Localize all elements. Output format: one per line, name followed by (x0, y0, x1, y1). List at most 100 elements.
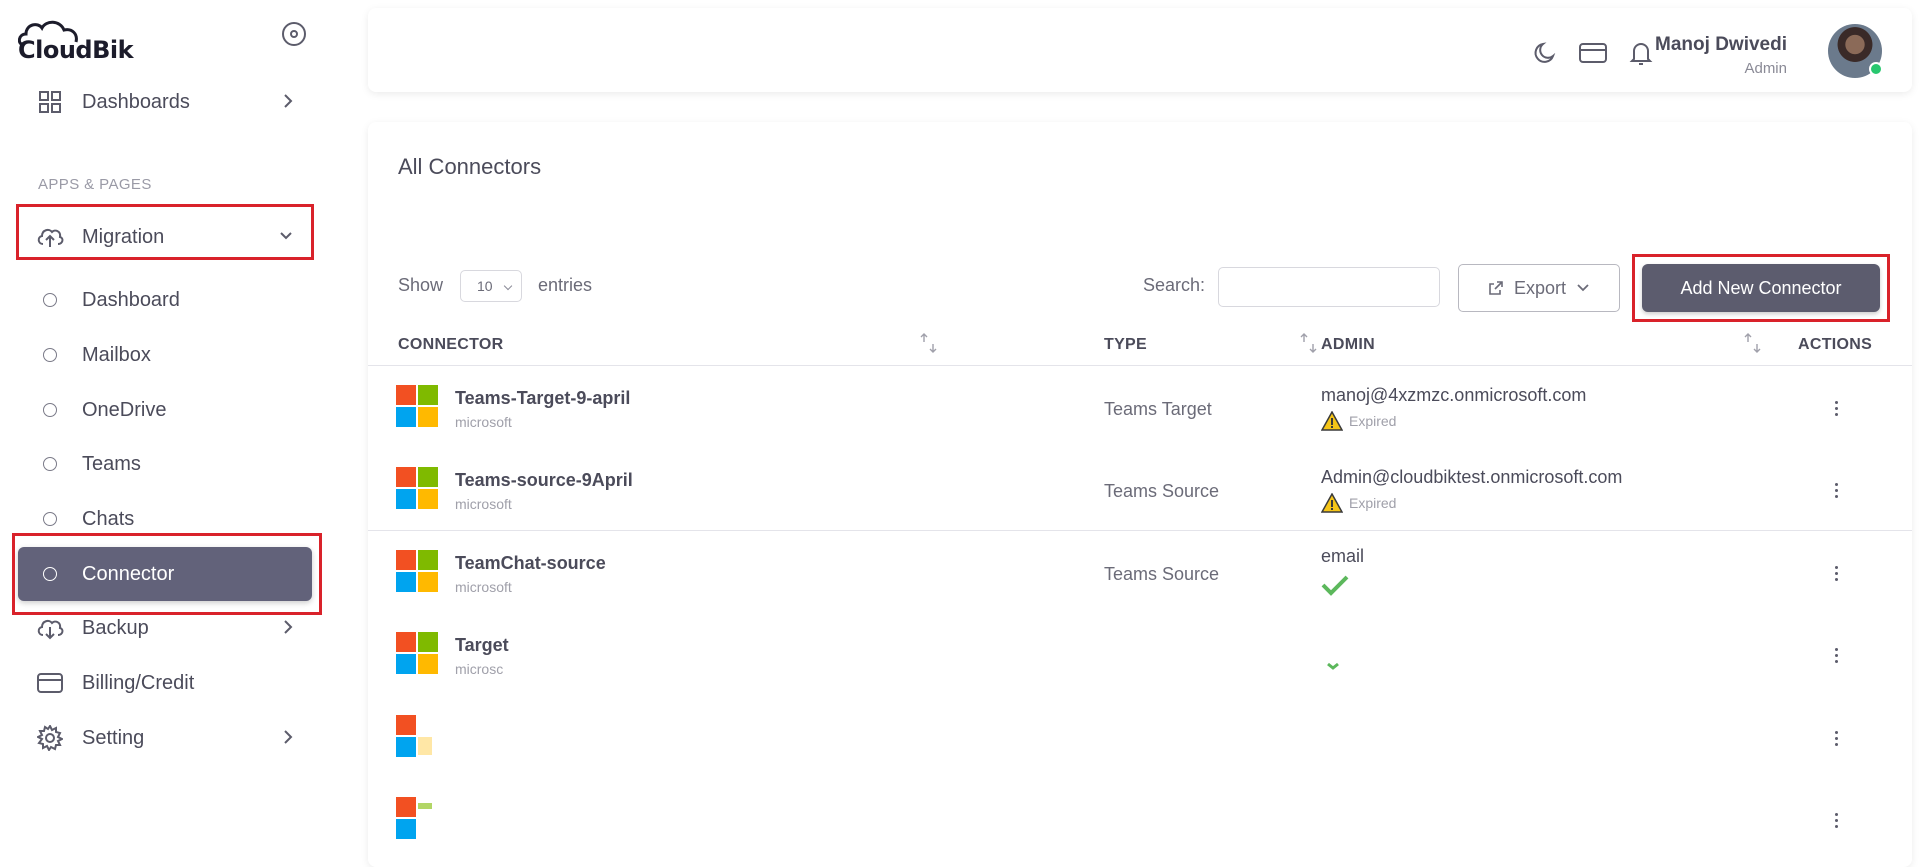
warning-icon (1321, 411, 1343, 431)
sidebar: CloudBik Dashboards APPS & PAGES Migrati… (0, 0, 330, 867)
row-actions-menu-icon[interactable] (1828, 725, 1844, 751)
sidebar-item-label: Dashboards (82, 90, 190, 113)
sidebar-subitem-teams[interactable]: Teams (18, 441, 312, 487)
card-icon[interactable] (1578, 38, 1608, 68)
table-row[interactable]: TeamChat-source microsoft Teams Source e… (368, 532, 1912, 614)
sidebar-subitem-connector[interactable]: Connector (18, 547, 312, 601)
circle-icon (43, 457, 57, 471)
column-header-connector[interactable]: CONNECTOR (398, 336, 504, 354)
sidebar-item-dashboards[interactable]: Dashboards (18, 80, 312, 124)
connector-provider: microsc (455, 661, 504, 677)
target-icon (290, 30, 298, 38)
sidebar-item-label: Setting (82, 726, 145, 749)
column-header-type[interactable]: TYPE (1104, 336, 1147, 354)
avatar[interactable] (1828, 24, 1883, 78)
sidebar-subitem-label: Teams (82, 452, 141, 475)
sidebar-subitem-label: Dashboard (82, 288, 180, 311)
add-new-connector-button[interactable]: Add New Connector (1642, 264, 1880, 312)
sort-icon[interactable] (1300, 332, 1318, 354)
chevron-down-icon (280, 232, 292, 240)
sidebar-item-setting[interactable]: Setting (18, 716, 312, 760)
sidebar-subitem-label: Connector (82, 562, 175, 585)
row-actions-menu-icon[interactable] (1828, 560, 1844, 586)
page-size-select[interactable]: 10 (460, 270, 522, 302)
circle-icon (43, 403, 57, 417)
cloud-logo-icon (18, 20, 78, 46)
external-link-icon (1489, 281, 1503, 295)
table-row[interactable] (368, 779, 1912, 861)
moon-icon[interactable] (1530, 38, 1560, 68)
status-badge: Expired (1321, 493, 1396, 513)
connector-type: Teams Target (1104, 399, 1212, 419)
chevron-right-icon (284, 620, 293, 634)
sidebar-collapse-button[interactable] (282, 22, 306, 46)
chevron-right-icon (284, 730, 293, 744)
sidebar-subitem-onedrive[interactable]: OneDrive (18, 387, 312, 433)
row-actions-menu-icon[interactable] (1828, 642, 1844, 668)
warning-icon (1321, 493, 1343, 513)
connector-provider: microsoft (455, 496, 512, 512)
row-actions-menu-icon[interactable] (1828, 395, 1844, 421)
column-header-actions: ACTIONS (1798, 336, 1873, 353)
connector-type: Teams Source (1104, 481, 1220, 501)
row-actions-menu-icon[interactable] (1828, 807, 1844, 833)
row-actions-menu-icon[interactable] (1828, 477, 1844, 503)
microsoft-logo-icon (396, 550, 440, 594)
connector-type: Teams Source (1104, 564, 1220, 584)
section-label: APPS & PAGES (38, 176, 152, 193)
circle-icon (43, 567, 57, 581)
grid-icon (36, 88, 64, 116)
page-size-value: 10 (477, 278, 493, 294)
chevron-right-icon (284, 94, 293, 108)
connector-provider: microsoft (455, 414, 512, 430)
sidebar-item-label: Migration (82, 225, 165, 248)
check-icon (1327, 662, 1339, 670)
sidebar-item-backup[interactable]: Backup (18, 606, 312, 650)
sidebar-item-label: Billing/Credit (82, 671, 195, 694)
chevron-down-icon (503, 281, 513, 291)
search-input[interactable] (1218, 267, 1440, 307)
table-row[interactable] (368, 697, 1912, 779)
connector-name[interactable]: Teams-source-9April (455, 470, 633, 491)
connector-name[interactable]: TeamChat-source (455, 553, 606, 574)
cloud-download-icon (36, 614, 64, 642)
status-text: Expired (1349, 495, 1397, 511)
cloudbik-logo[interactable]: CloudBik (18, 16, 134, 64)
table-row[interactable]: Target microsc (368, 614, 1912, 696)
microsoft-logo-icon (396, 632, 440, 676)
connector-admin: manoj@4xzmzc.onmicrosoft.com (1321, 385, 1587, 405)
sidebar-item-label: Backup (82, 616, 149, 639)
column-header-admin[interactable]: ADMIN (1321, 336, 1375, 354)
entries-label: entries (538, 275, 593, 295)
microsoft-logo-icon (396, 385, 440, 429)
circle-icon (43, 293, 57, 307)
sort-icon[interactable] (920, 332, 938, 354)
sidebar-item-migration[interactable]: Migration (18, 215, 312, 259)
sidebar-subitem-mailbox[interactable]: Mailbox (18, 332, 312, 378)
connector-provider: microsoft (455, 579, 512, 595)
connector-name[interactable]: Teams-Target-9-april (455, 388, 630, 409)
sort-icon[interactable] (1744, 332, 1762, 354)
sidebar-subitem-label: Mailbox (82, 343, 151, 366)
sidebar-subitem-label: OneDrive (82, 398, 167, 421)
table-row[interactable]: Teams-Target-9-april microsoft Teams Tar… (368, 367, 1912, 449)
connector-admin: Admin@cloudbiktest.onmicrosoft.com (1321, 467, 1623, 487)
sidebar-item-billing[interactable]: Billing/Credit (18, 661, 312, 705)
export-button[interactable]: Export (1458, 264, 1620, 312)
connector-name[interactable]: Target (455, 635, 509, 656)
page-title: All Connectors (398, 154, 542, 179)
chevron-down-icon (1577, 284, 1589, 292)
user-role: Admin (1744, 60, 1787, 77)
status-text: Expired (1349, 413, 1397, 429)
connectors-card: All Connectors Show 10 entries Search: E… (368, 122, 1912, 867)
circle-icon (43, 512, 57, 526)
sidebar-subitem-chats[interactable]: Chats (18, 496, 312, 542)
bell-icon[interactable] (1626, 38, 1656, 68)
connector-admin: email (1321, 546, 1365, 566)
export-label: Export (1513, 277, 1567, 298)
show-label: Show (398, 275, 444, 295)
sidebar-subitem-label: Chats (82, 507, 135, 530)
table-row[interactable]: Teams-source-9April microsoft Teams Sour… (368, 449, 1912, 531)
cloud-upload-icon (36, 223, 64, 251)
sidebar-subitem-dashboard[interactable]: Dashboard (18, 277, 312, 323)
